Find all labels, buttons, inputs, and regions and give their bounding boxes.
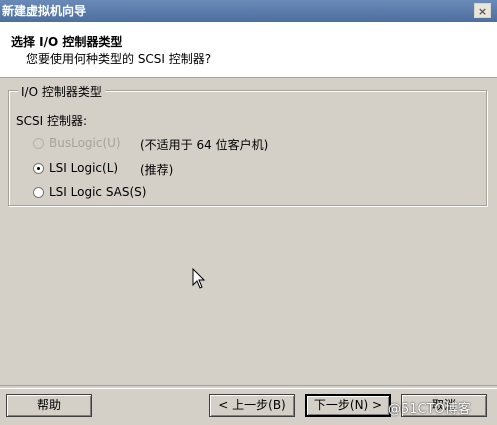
radio-option-lsi-logic[interactable]: LSI Logic(L) bbox=[33, 160, 118, 176]
scsi-controller-label: SCSI 控制器: bbox=[16, 114, 88, 128]
close-button[interactable]: × bbox=[474, 3, 491, 18]
back-button[interactable]: < 上一步(B) bbox=[209, 394, 295, 417]
window-title: 新建虚拟机向导 bbox=[2, 4, 87, 18]
next-button[interactable]: 下一步(N) > bbox=[305, 394, 391, 417]
radio-button-buslogic bbox=[33, 137, 44, 149]
footer-divider bbox=[0, 385, 497, 389]
option-label-lsi-logic-sas: LSI Logic SAS(S) bbox=[49, 185, 147, 199]
watermark: @51CTO博客 bbox=[388, 402, 471, 417]
title-bar: 新建虚拟机向导 × bbox=[0, 0, 497, 22]
radio-selected-dot-icon bbox=[37, 166, 40, 170]
option-note-buslogic: (不适用于 64 位客户机) bbox=[140, 138, 269, 152]
radio-button-lsi-logic[interactable] bbox=[33, 162, 44, 174]
mouse-cursor-icon bbox=[192, 268, 206, 289]
radio-button-lsi-logic-sas[interactable] bbox=[33, 186, 44, 198]
radio-option-lsi-logic-sas[interactable]: LSI Logic SAS(S) bbox=[33, 184, 146, 200]
option-label-lsi-logic: LSI Logic(L) bbox=[49, 161, 119, 175]
help-button[interactable]: 帮助 bbox=[6, 394, 92, 417]
page-subtitle: 您要使用何种类型的 SCSI 控制器? bbox=[26, 52, 212, 66]
radio-option-buslogic: BusLogic(U) bbox=[33, 135, 121, 151]
option-label-buslogic: BusLogic(U) bbox=[49, 136, 121, 150]
wizard-header: 选择 I/O 控制器类型 您要使用何种类型的 SCSI 控制器? bbox=[0, 22, 497, 78]
option-note-lsi-logic: (推荐) bbox=[140, 163, 174, 177]
page-title: 选择 I/O 控制器类型 bbox=[11, 35, 123, 49]
io-controller-group: I/O 控制器类型 SCSI 控制器: BusLogic(U) (不适用于 64… bbox=[8, 83, 487, 206]
group-legend: I/O 控制器类型 bbox=[18, 83, 105, 100]
close-icon: × bbox=[477, 5, 488, 18]
